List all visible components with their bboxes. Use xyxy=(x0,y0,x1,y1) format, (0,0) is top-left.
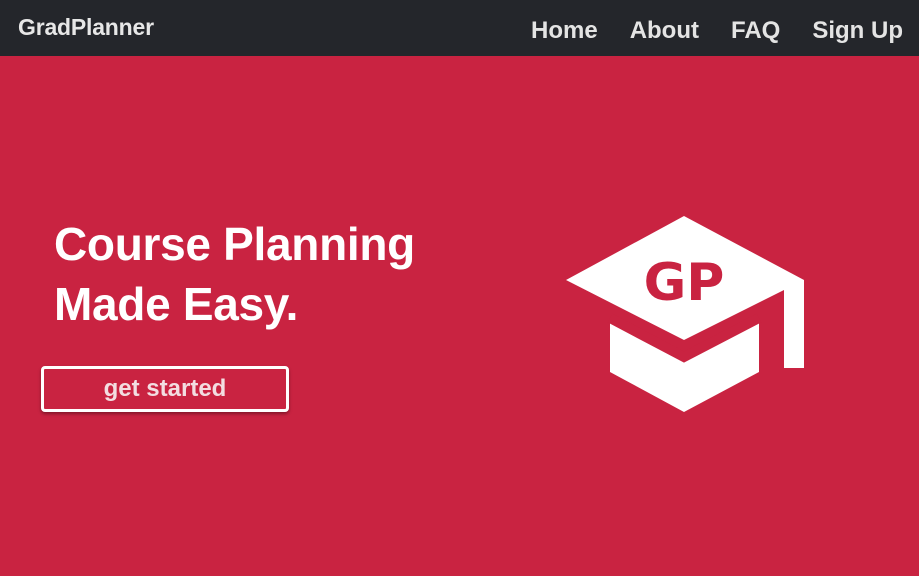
navbar: GradPlanner Home About FAQ Sign Up xyxy=(0,0,919,56)
graduation-cap-icon: GP xyxy=(566,216,804,412)
cap-tassel-shape xyxy=(784,280,804,368)
nav-link-about[interactable]: About xyxy=(630,16,699,46)
nav-link-faq[interactable]: FAQ xyxy=(731,16,780,46)
hero-section: Course Planning Made Easy. get started G… xyxy=(0,56,919,576)
brand-logo-text[interactable]: GradPlanner xyxy=(18,14,154,41)
logo-text: GP xyxy=(644,253,725,313)
nav-links: Home About FAQ Sign Up xyxy=(531,16,903,46)
nav-link-sign-up[interactable]: Sign Up xyxy=(812,16,903,46)
nav-link-home[interactable]: Home xyxy=(531,16,598,46)
hero-title-line-1: Course Planning xyxy=(54,218,415,270)
hero-title: Course Planning Made Easy. xyxy=(54,214,415,334)
get-started-button[interactable]: get started xyxy=(41,366,289,412)
hero-title-line-2: Made Easy. xyxy=(54,278,299,330)
